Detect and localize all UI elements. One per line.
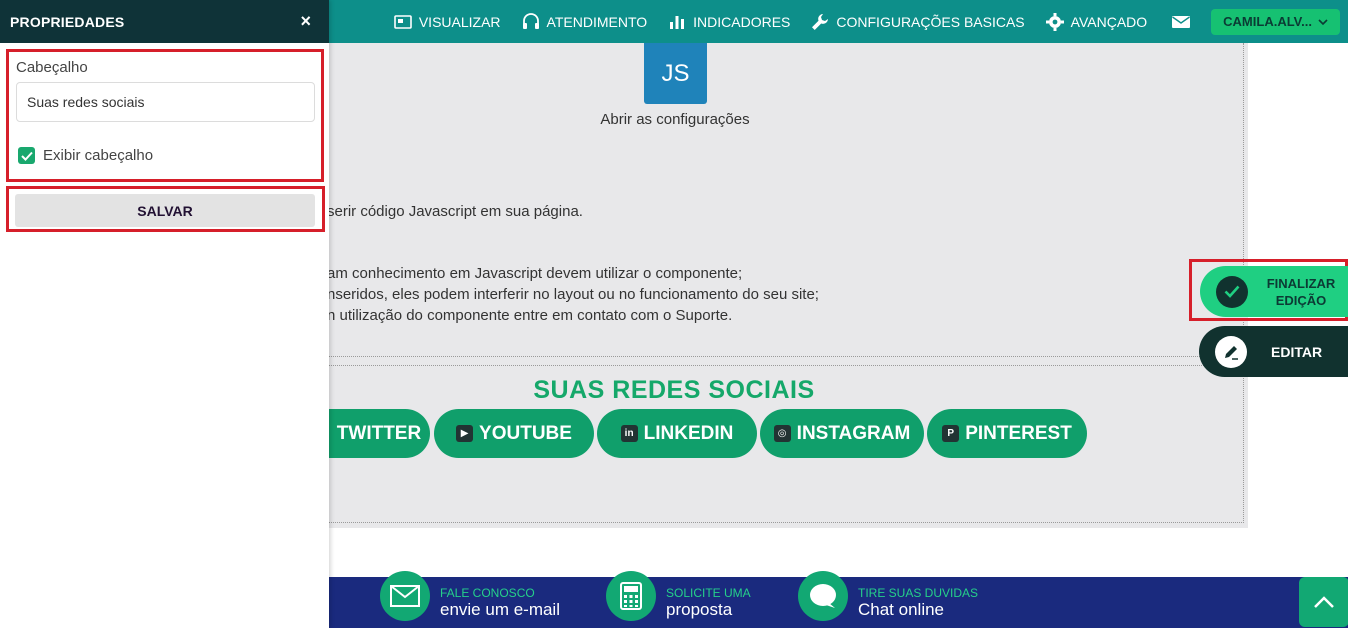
properties-panel: PROPRIEDADES × Cabeçalho Exibir cabeçalh…: [0, 0, 329, 628]
linkedin-label: LINKEDIN: [643, 422, 734, 444]
user-name: CAMILA.ALV...: [1223, 14, 1312, 29]
headset-icon: [522, 12, 539, 29]
nav-atendimento[interactable]: ATENDIMENTO: [511, 0, 658, 43]
top-nav: VISUALIZAR ATENDIMENTO INDICADORES CONFI…: [383, 0, 1340, 43]
chat-bubble-icon: [810, 584, 836, 608]
nav-visualizar[interactable]: VISUALIZAR: [383, 0, 511, 43]
edit-button[interactable]: EDITAR: [1199, 326, 1348, 377]
footer-chat-big: Chat online: [858, 600, 945, 619]
envelope-icon: [390, 585, 420, 607]
calculator-icon: [620, 582, 642, 610]
save-button-group: SALVAR: [6, 186, 325, 232]
show-header-checkbox[interactable]: [18, 147, 35, 164]
checkmark-icon: [20, 151, 33, 161]
scroll-to-top-button[interactable]: [1299, 577, 1348, 627]
footer-chat-small: TIRE SUAS DUVIDAS: [858, 586, 979, 600]
nav-avancado[interactable]: AVANÇADO: [1035, 0, 1158, 43]
footer-contact-small: FALE CONOSCO: [440, 586, 535, 600]
nav-atendimento-label: ATENDIMENTO: [546, 13, 648, 30]
nav-avancado-label: AVANÇADO: [1070, 13, 1148, 30]
instagram-icon: ◎: [773, 425, 791, 442]
pinterest-button[interactable]: P PINTEREST: [927, 409, 1087, 458]
instagram-button[interactable]: ◎ INSTAGRAM: [760, 409, 924, 458]
header-text-input[interactable]: [16, 82, 315, 122]
nav-indicadores-label: INDICADORES: [693, 13, 791, 30]
footer-chat-circle: [798, 571, 848, 621]
footer-contact[interactable]: FALE CONOSCO envie um e-mail: [380, 571, 560, 621]
panel-title: PROPRIEDADES: [10, 13, 125, 30]
footer-quote-circle: [606, 571, 656, 621]
header-field-label: Cabeçalho: [16, 59, 88, 76]
nav-configuracoes-basicas[interactable]: CONFIGURAÇÕES BASICAS: [800, 0, 1034, 43]
nav-indicadores[interactable]: INDICADORES: [657, 0, 800, 43]
gear-icon: [1045, 12, 1064, 31]
edit-label: EDITAR: [1271, 343, 1323, 360]
footer-quote[interactable]: SOLICITE UMA proposta: [606, 571, 751, 621]
mail-icon: [1172, 15, 1191, 28]
footer-chat[interactable]: TIRE SUAS DUVIDAS Chat online: [798, 571, 979, 621]
finish-edit-line-1: FINALIZAR: [1266, 275, 1336, 291]
footer-contact-circle: [380, 571, 430, 621]
youtube-button[interactable]: ▶ YOUTUBE: [434, 409, 594, 458]
instagram-label: INSTAGRAM: [796, 422, 911, 444]
chevron-up-icon: [1314, 596, 1334, 608]
footer-quote-big: proposta: [666, 600, 733, 619]
social-title: SUAS REDES SOCIAIS: [533, 376, 815, 404]
finish-edit-button[interactable]: FINALIZAR EDIÇÃO: [1200, 266, 1348, 317]
youtube-icon: ▶: [456, 425, 474, 442]
footer-quote-small: SOLICITE UMA: [666, 586, 751, 600]
preview-icon: [394, 14, 412, 29]
pinterest-icon: P: [942, 425, 960, 442]
finish-edit-highlight: FINALIZAR EDIÇÃO: [1189, 259, 1348, 321]
wrench-icon: [812, 13, 829, 30]
show-header-label: Exibir cabeçalho: [43, 147, 154, 164]
js-info-line-3: nseridos, eles podem interferir no layou…: [327, 286, 819, 303]
nav-mail[interactable]: [1157, 0, 1205, 43]
nav-config-label: CONFIGURAÇÕES BASICAS: [836, 13, 1025, 30]
save-button[interactable]: SALVAR: [15, 194, 315, 227]
pinterest-label: PINTEREST: [965, 422, 1072, 444]
finish-edit-line-2: EDIÇÃO: [1275, 292, 1327, 308]
js-info-line-2: am conhecimento em Javascript devem util…: [327, 265, 743, 282]
js-info-line-1: serir código Javascript em sua página.: [327, 203, 583, 220]
js-info-line-4: n utilização do componente entre em cont…: [327, 307, 733, 324]
panel-header: PROPRIEDADES ×: [0, 0, 329, 43]
youtube-label: YOUTUBE: [479, 422, 572, 444]
pencil-icon: [1215, 335, 1247, 368]
linkedin-icon: in: [620, 425, 638, 442]
bar-chart-icon: [670, 15, 685, 29]
header-settings-group: Cabeçalho Exibir cabeçalho: [6, 49, 324, 182]
close-icon[interactable]: ×: [300, 11, 319, 32]
check-circle-icon: [1216, 275, 1248, 308]
js-open-settings[interactable]: Abrir as configurações: [560, 111, 790, 128]
twitter-label: TWITTER: [336, 422, 422, 444]
user-menu-button[interactable]: CAMILA.ALV...: [1211, 8, 1340, 35]
js-badge[interactable]: JS: [644, 43, 707, 104]
linkedin-button[interactable]: in LINKEDIN: [597, 409, 757, 458]
chevron-down-icon: [1318, 18, 1328, 25]
nav-visualizar-label: VISUALIZAR: [418, 13, 501, 30]
footer-contact-big: envie um e-mail: [440, 600, 560, 619]
show-header-checkbox-row[interactable]: Exibir cabeçalho: [18, 147, 153, 164]
